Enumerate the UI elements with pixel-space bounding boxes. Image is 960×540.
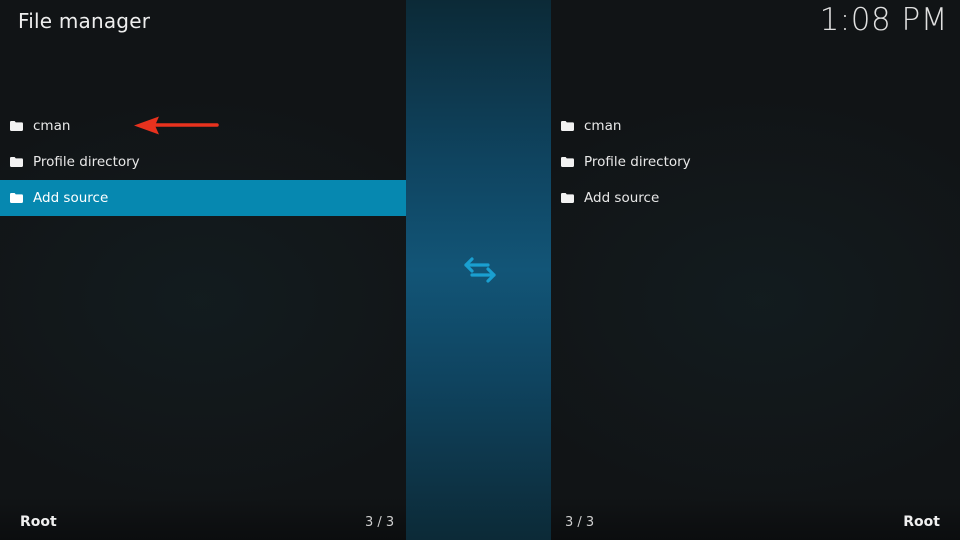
right-footer-count: 3 / 3	[565, 515, 595, 530]
right-footer-path: Root	[903, 514, 940, 530]
left-footer-path: Root	[20, 514, 57, 530]
folder-icon	[10, 193, 23, 203]
folder-icon	[10, 157, 23, 167]
right-file-list: cman Profile directory Add source	[551, 108, 960, 216]
list-item-label: Profile directory	[33, 154, 140, 170]
list-item-label: Add source	[584, 190, 660, 206]
swap-arrows-icon[interactable]	[462, 256, 498, 284]
page-title: File manager	[18, 9, 151, 33]
right-list-item-cman[interactable]: cman	[551, 108, 960, 144]
left-footer-count: 3 / 3	[365, 515, 395, 530]
list-item-label: cman	[584, 118, 622, 134]
list-item-label: cman	[33, 118, 71, 134]
folder-icon	[10, 121, 23, 131]
folder-icon	[561, 157, 574, 167]
list-item-label: Add source	[33, 190, 109, 206]
file-manager-screen: cman Profile directory Add source Root 3…	[0, 0, 960, 540]
clock: 1:08 PM	[819, 2, 948, 38]
left-list-item-profile-directory[interactable]: Profile directory	[0, 144, 406, 180]
right-list-item-add-source[interactable]: Add source	[551, 180, 960, 216]
right-list-item-profile-directory[interactable]: Profile directory	[551, 144, 960, 180]
left-list-item-add-source[interactable]: Add source	[0, 180, 406, 216]
folder-icon	[561, 193, 574, 203]
folder-icon	[561, 121, 574, 131]
left-footer-shade	[0, 496, 406, 540]
right-footer-shade	[551, 496, 960, 540]
list-item-label: Profile directory	[584, 154, 691, 170]
left-pane: cman Profile directory Add source Root 3…	[0, 0, 406, 540]
red-arrow-icon	[134, 116, 219, 135]
right-pane: cman Profile directory Add source 3 / 3 …	[551, 0, 960, 540]
